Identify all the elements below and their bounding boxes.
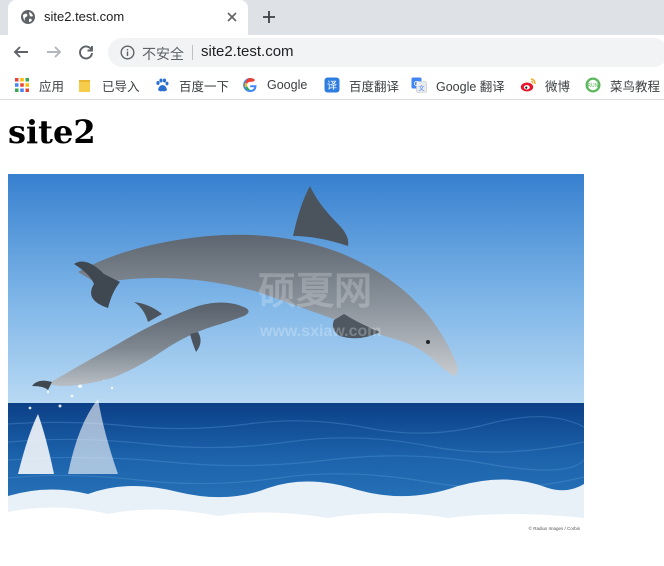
close-icon[interactable] bbox=[226, 11, 238, 23]
reload-icon[interactable] bbox=[77, 43, 95, 61]
plus-icon[interactable] bbox=[261, 9, 277, 25]
svg-text:硕夏网: 硕夏网 bbox=[258, 271, 372, 313]
bookmark-label: 百度翻译 bbox=[349, 79, 400, 94]
bookmark-apps[interactable]: 应用 bbox=[14, 76, 64, 94]
bookmark-label: 菜鸟教程 bbox=[610, 79, 661, 94]
bookmarks-bar: 应用 已导入 百度一下 Google 译 百度翻译 G 文 Google 翻译 … bbox=[0, 70, 664, 100]
bookmark-baidu[interactable]: 百度一下 bbox=[154, 76, 229, 94]
bookmark-label: 微博 bbox=[545, 79, 571, 94]
svg-text:译: 译 bbox=[327, 80, 337, 92]
image-credit: © Radius Images / Corbis bbox=[529, 525, 581, 531]
bookmark-baidu-translate[interactable]: 译 百度翻译 bbox=[324, 76, 399, 94]
address-bar[interactable]: 不安全 site2.test.com bbox=[108, 38, 664, 67]
bookmark-label: 百度一下 bbox=[179, 79, 230, 94]
bookmark-label: Google 翻译 bbox=[436, 79, 505, 94]
arrow-right-icon[interactable] bbox=[45, 43, 63, 61]
google-g-icon bbox=[243, 78, 257, 93]
browser-tab[interactable]: site2.test.com bbox=[8, 0, 248, 35]
arrow-left-icon[interactable] bbox=[12, 43, 30, 61]
browser-toolbar: 不安全 site2.test.com bbox=[0, 35, 664, 70]
dolphins-image: 硕夏网 www.sxiaw.com © Radius Images / Corb… bbox=[8, 174, 584, 534]
svg-text:www.sxiaw.com: www.sxiaw.com bbox=[259, 323, 382, 340]
bookmark-weibo[interactable]: 微博 bbox=[520, 76, 570, 94]
weibo-icon bbox=[520, 78, 536, 92]
omnibox-divider bbox=[192, 45, 193, 60]
tab-title: site2.test.com bbox=[44, 9, 125, 24]
security-label[interactable]: 不安全 bbox=[142, 44, 184, 64]
globe-icon bbox=[21, 10, 35, 24]
bookmark-label: Google bbox=[267, 78, 308, 92]
bookmark-label: 应用 bbox=[39, 79, 65, 94]
apps-grid-icon bbox=[15, 78, 29, 92]
info-circle-icon[interactable] bbox=[120, 45, 135, 60]
bookmark-runoob[interactable]: RUN 菜鸟教程 bbox=[585, 76, 660, 94]
runoob-icon: RUN bbox=[585, 77, 601, 93]
page-heading: site2 bbox=[8, 113, 96, 151]
folder-icon bbox=[79, 80, 90, 92]
url-text[interactable]: site2.test.com bbox=[201, 43, 294, 60]
baidu-translate-icon: 译 bbox=[324, 77, 340, 93]
google-translate-icon: G 文 bbox=[411, 77, 427, 93]
tab-strip: site2.test.com bbox=[0, 0, 664, 35]
bookmark-google[interactable]: Google bbox=[242, 76, 307, 94]
bookmark-label: 已导入 bbox=[102, 79, 140, 94]
bookmark-imported[interactable]: 已导入 bbox=[77, 76, 140, 94]
svg-text:文: 文 bbox=[418, 85, 424, 93]
baidu-paw-icon bbox=[156, 78, 169, 92]
svg-text:RUN: RUN bbox=[588, 83, 599, 89]
bookmark-google-translate[interactable]: G 文 Google 翻译 bbox=[411, 76, 505, 94]
